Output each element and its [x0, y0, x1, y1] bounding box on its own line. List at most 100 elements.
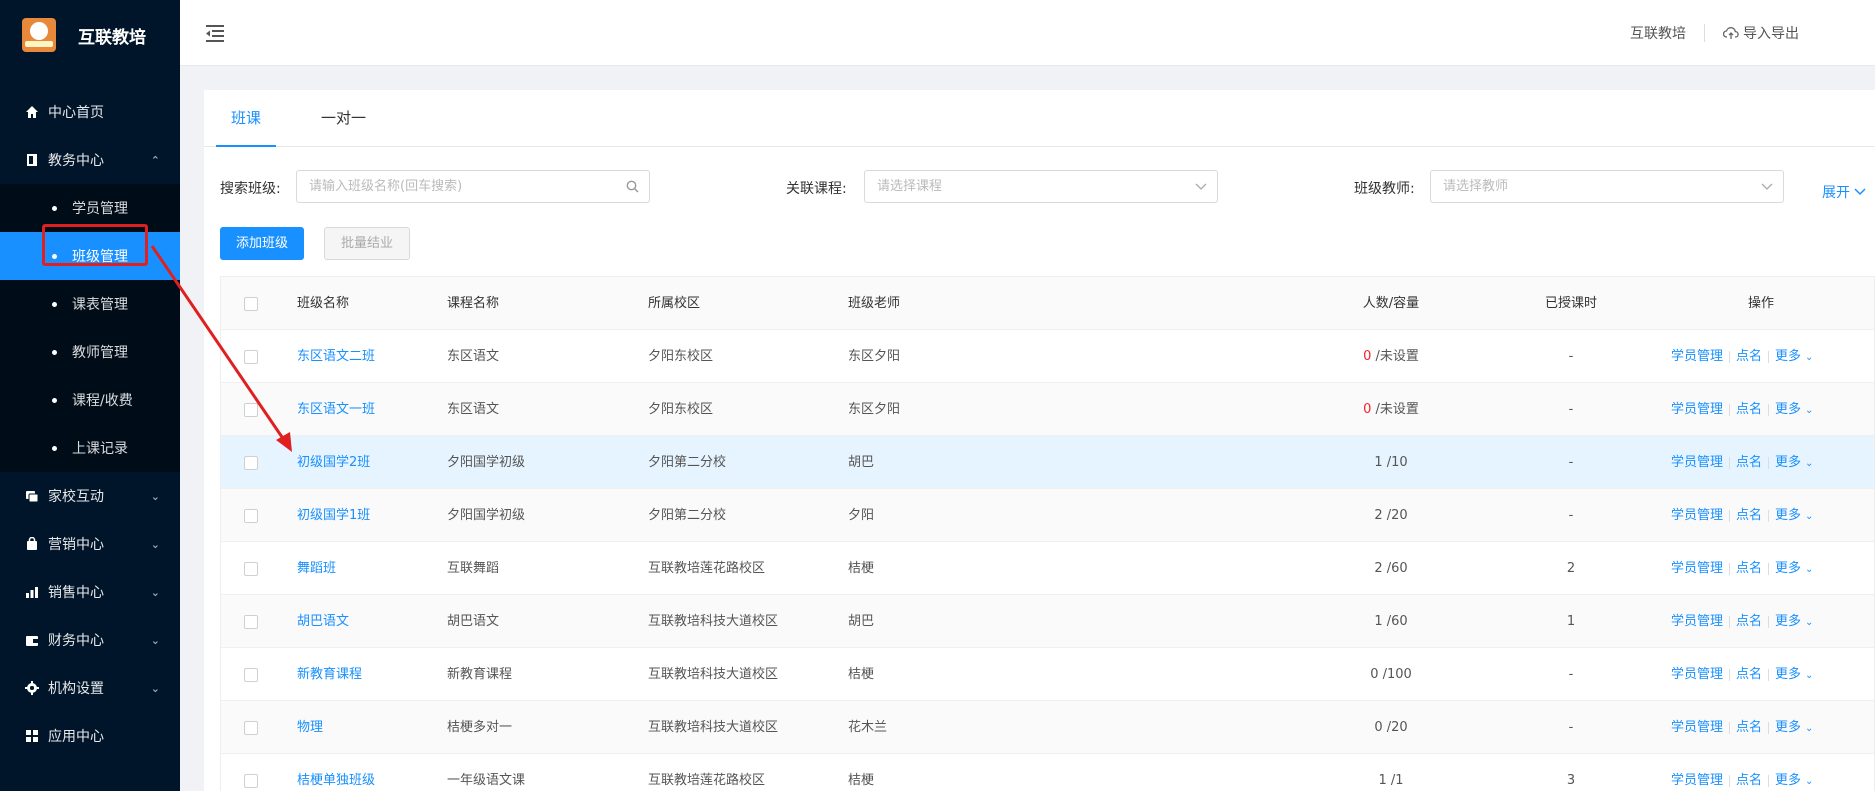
sidebar-item-apps[interactable]: 应用中心 [0, 712, 180, 760]
row-operations: 学员管理 点名 更多 ⌄ [1671, 701, 1851, 754]
sidebar-item-home[interactable]: 中心首页 [0, 88, 180, 136]
op-divider [1768, 350, 1770, 363]
menu-collapse-icon[interactable] [206, 24, 226, 42]
import-export-button[interactable]: 导入导出 [1705, 23, 1817, 43]
search-class-placeholder: 请输入班级名称(回车搜索) [309, 179, 463, 194]
sidebar-item-schedule[interactable]: 课表管理 [0, 280, 180, 328]
sidebar-item-settings[interactable]: 机构设置 ⌄ [0, 664, 180, 712]
more-dropdown[interactable]: 更多 ⌄ [1775, 773, 1813, 788]
teacher-name: 花木兰 [848, 720, 888, 735]
sidebar-item-label: 销售中心 [48, 585, 104, 601]
manage-students-link[interactable]: 学员管理 [1671, 455, 1723, 470]
taught-hours: - [1568, 402, 1574, 417]
roll-call-link[interactable]: 点名 [1736, 455, 1762, 470]
manage-students-link[interactable]: 学员管理 [1671, 773, 1723, 788]
op-divider [1729, 350, 1731, 363]
campus-name: 互联教培科技大道校区 [648, 720, 779, 735]
logo[interactable]: 互联教培 [0, 0, 180, 70]
row-checkbox[interactable] [244, 721, 258, 735]
sidebar-item-records[interactable]: 上课记录 [0, 424, 180, 472]
tab-one-on-one[interactable]: 一对一 [306, 90, 381, 146]
class-name-link[interactable]: 物理 [297, 701, 323, 754]
header-right: 互联教培 导入导出 夕 [1612, 0, 1875, 66]
class-name-link[interactable]: 舞蹈班 [297, 542, 336, 595]
manage-students-link[interactable]: 学员管理 [1671, 402, 1723, 417]
row-checkbox[interactable] [244, 456, 258, 470]
course-name: 互联舞蹈 [447, 561, 500, 576]
more-dropdown[interactable]: 更多 ⌄ [1775, 561, 1813, 576]
roll-call-link[interactable]: 点名 [1736, 349, 1762, 364]
course-name: 东区语文 [447, 349, 500, 364]
more-dropdown[interactable]: 更多 ⌄ [1775, 455, 1813, 470]
import-export-label: 导入导出 [1743, 26, 1799, 42]
class-name-link[interactable]: 初级国学2班 [297, 436, 370, 489]
teacher-name: 桔梗 [848, 667, 875, 682]
manage-students-link[interactable]: 学员管理 [1671, 720, 1723, 735]
add-class-button[interactable]: 添加班级 [220, 227, 305, 260]
more-dropdown[interactable]: 更多 ⌄ [1775, 720, 1813, 735]
row-checkbox[interactable] [244, 403, 258, 417]
class-name-link[interactable]: 东区语文一班 [297, 383, 375, 436]
op-divider [1768, 562, 1770, 575]
roll-call-link[interactable]: 点名 [1736, 667, 1762, 682]
row-checkbox[interactable] [244, 774, 258, 788]
sidebar-item-teachers[interactable]: 教师管理 [0, 328, 180, 376]
roll-call-link[interactable]: 点名 [1736, 614, 1762, 629]
row-operations: 学员管理 点名 更多 ⌄ [1671, 595, 1851, 648]
tab-class-course[interactable]: 班课 [216, 90, 277, 147]
sidebar-item-courses[interactable]: 课程/收费 [0, 376, 180, 424]
more-dropdown[interactable]: 更多 ⌄ [1775, 402, 1813, 417]
manage-students-link[interactable]: 学员管理 [1671, 561, 1723, 576]
manage-students-link[interactable]: 学员管理 [1671, 508, 1723, 523]
row-operations: 学员管理 点名 更多 ⌄ [1671, 542, 1851, 595]
manage-students-link[interactable]: 学员管理 [1671, 349, 1723, 364]
batch-graduate-button[interactable]: 批量结业 [324, 227, 411, 260]
teacher-select[interactable]: 请选择教师 [1430, 170, 1784, 203]
op-divider [1729, 509, 1731, 522]
gear-icon [24, 680, 40, 696]
row-checkbox[interactable] [244, 562, 258, 576]
sidebar-item-home-school[interactable]: 家校互动 ⌄ [0, 472, 180, 520]
roll-call-link[interactable]: 点名 [1736, 508, 1762, 523]
row-checkbox[interactable] [244, 509, 258, 523]
sidebar-item-marketing[interactable]: 营销中心 ⌄ [0, 520, 180, 568]
more-dropdown[interactable]: 更多 ⌄ [1775, 349, 1813, 364]
class-name-link[interactable]: 桔梗单独班级 [297, 754, 375, 791]
table-header-row: 班级名称 课程名称 所属校区 班级老师 人数/容量 已授课时 操作 [221, 277, 1874, 330]
org-name[interactable]: 互联教培 [1612, 23, 1704, 43]
more-dropdown[interactable]: 更多 ⌄ [1775, 667, 1813, 682]
search-class-input[interactable]: 请输入班级名称(回车搜索) [296, 170, 650, 203]
search-class-label: 搜索班级: [220, 181, 281, 197]
sidebar-item-label: 家校互动 [48, 489, 104, 505]
roll-call-link[interactable]: 点名 [1736, 773, 1762, 788]
class-name-link[interactable]: 初级国学1班 [297, 489, 370, 542]
more-label: 更多 [1775, 402, 1802, 417]
course-select[interactable]: 请选择课程 [864, 170, 1218, 203]
row-checkbox[interactable] [244, 615, 258, 629]
user-name[interactable]: 夕 [1817, 23, 1875, 43]
row-checkbox[interactable] [244, 350, 258, 364]
more-dropdown[interactable]: 更多 ⌄ [1775, 614, 1813, 629]
sidebar-item-sales[interactable]: 销售中心 ⌄ [0, 568, 180, 616]
row-operations: 学员管理 点名 更多 ⌄ [1671, 489, 1851, 542]
row-checkbox[interactable] [244, 668, 258, 682]
sidebar-item-finance[interactable]: 财务中心 ⌄ [0, 616, 180, 664]
expand-filters-button[interactable]: 展开 [1822, 182, 1866, 202]
course-name: 胡巴语文 [447, 614, 500, 629]
class-name-link[interactable]: 新教育课程 [297, 648, 362, 701]
class-name-link[interactable]: 东区语文二班 [297, 330, 375, 383]
class-name-link[interactable]: 胡巴语文 [297, 595, 349, 648]
chevron-down-icon: ⌄ [1805, 617, 1814, 628]
capacity: /未设置 [1371, 402, 1419, 417]
manage-students-link[interactable]: 学员管理 [1671, 614, 1723, 629]
roll-call-link[interactable]: 点名 [1736, 561, 1762, 576]
select-all-checkbox[interactable] [244, 297, 258, 311]
capacity: /10 [1382, 455, 1408, 470]
roll-call-link[interactable]: 点名 [1736, 402, 1762, 417]
roll-call-link[interactable]: 点名 [1736, 720, 1762, 735]
more-dropdown[interactable]: 更多 ⌄ [1775, 508, 1813, 523]
campus-name: 夕阳第二分校 [648, 508, 727, 523]
manage-students-link[interactable]: 学员管理 [1671, 667, 1723, 682]
campus-name: 夕阳东校区 [648, 349, 714, 364]
sidebar-item-academic[interactable]: 教务中心 ⌃ [0, 136, 180, 184]
